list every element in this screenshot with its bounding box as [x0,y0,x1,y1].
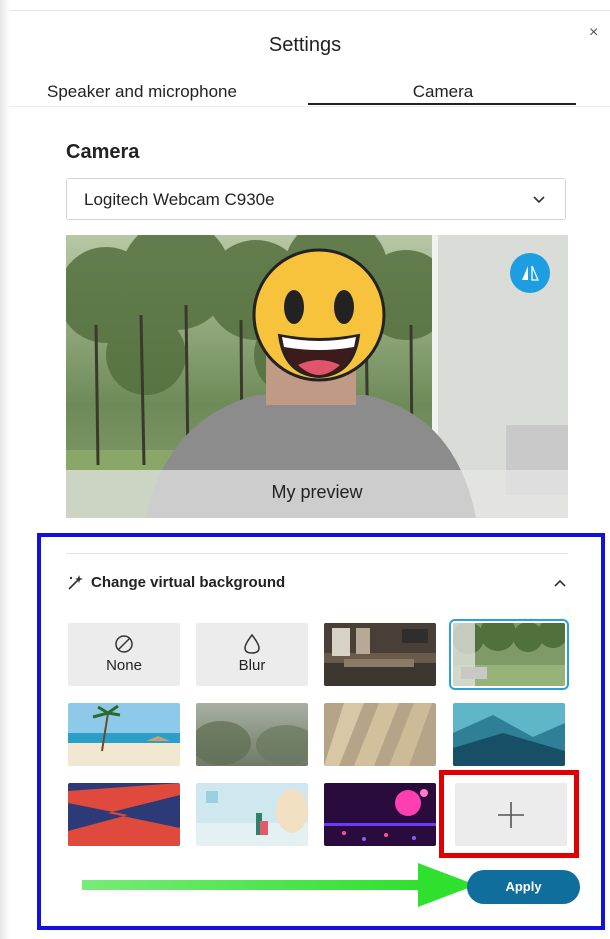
none-icon [115,635,133,653]
window-top-edge [10,0,610,11]
background-option-none-label: None [106,657,142,674]
background-thumbnail-sunlit-wall[interactable] [324,703,436,766]
background-image-teal-hills [453,703,565,766]
camera-heading: Camera [66,141,140,163]
background-image-red-geometric [68,783,180,846]
background-image-beach [68,703,180,766]
background-image-neon-space [324,783,436,846]
background-option-none[interactable]: None [68,623,180,686]
background-image-blurred-mountains [196,703,308,766]
background-thumbnail-red-geometric[interactable] [68,783,180,846]
virtual-background-toggle[interactable]: Change virtual background [66,572,568,596]
camera-preview: My preview [66,235,568,518]
tabs-divider [10,106,610,107]
active-tab-indicator [308,103,576,105]
chevron-down-icon [533,196,545,204]
background-option-blur[interactable]: Blur [196,623,308,686]
preview-label: My preview [271,482,363,502]
annotation-highlight-red [439,770,579,858]
apply-button[interactable]: Apply [467,870,580,904]
background-thumbnail-office[interactable] [324,623,436,686]
preview-label-bar: My preview [66,470,568,518]
virtual-background-heading: Change virtual background [91,574,286,591]
background-thumbnail-beach[interactable] [68,703,180,766]
tab-speaker-and-microphone[interactable]: Speaker and microphone [47,82,237,102]
tab-camera[interactable]: Camera [310,82,576,102]
blur-icon [244,633,260,654]
mirror-toggle-button[interactable] [510,253,550,293]
section-divider [66,553,568,554]
mirror-icon [522,265,539,281]
background-image-pastel-room [196,783,308,846]
dialog-title: Settings [268,34,342,56]
background-image-sunlit-wall [324,703,436,766]
background-image-office [324,623,436,686]
background-thumbnail-pastel-room[interactable] [196,783,308,846]
magic-wand-icon [68,575,83,590]
camera-device-select[interactable]: Logitech Webcam C930e [66,178,566,220]
background-option-blur-label: Blur [238,657,266,674]
camera-device-value: Logitech Webcam C930e [84,190,275,209]
background-thumbnail-neon-space[interactable] [324,783,436,846]
window-edge [0,0,10,939]
chevron-up-icon [554,579,566,587]
background-thumbnail-forest[interactable] [449,619,569,690]
annotation-arrow [82,863,476,907]
background-thumbnail-teal-hills[interactable] [453,703,565,766]
background-image-forest [453,623,565,686]
background-thumbnail-blurred-mountains[interactable] [196,703,308,766]
close-icon[interactable]: × [589,24,598,42]
